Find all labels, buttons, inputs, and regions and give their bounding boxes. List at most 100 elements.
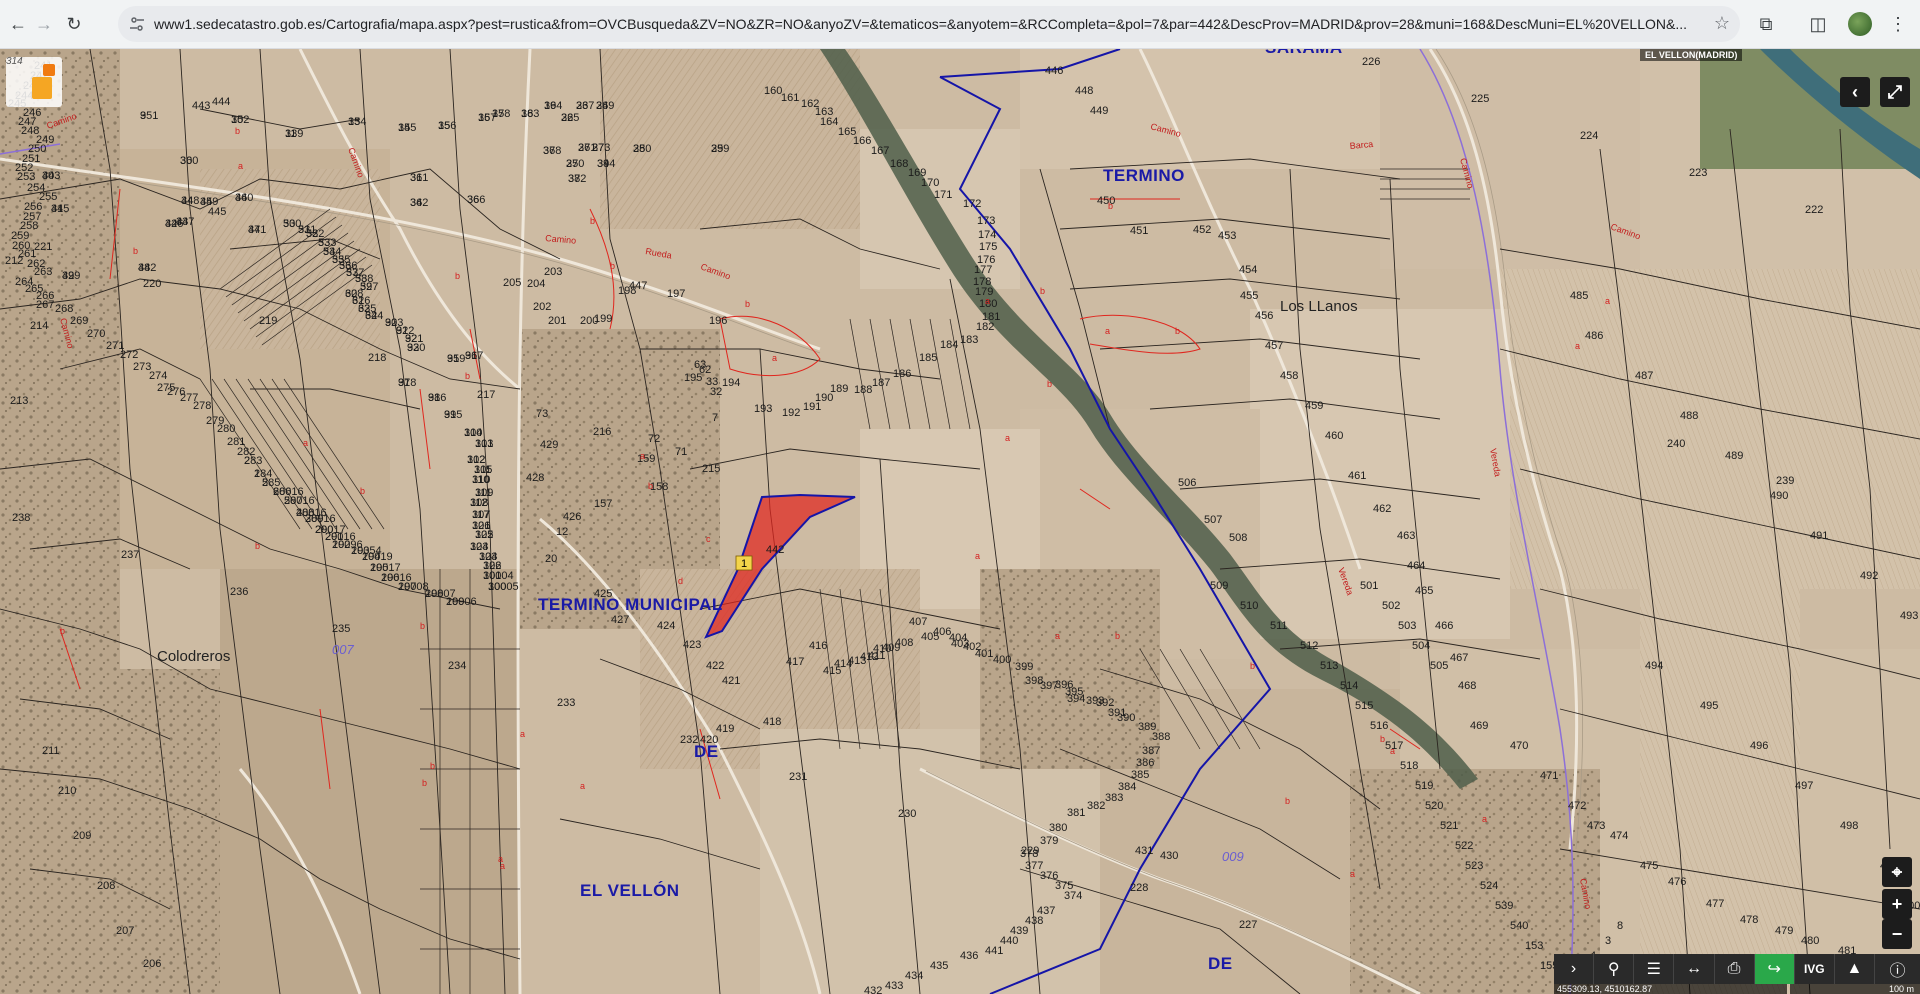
parcel-number: 436 — [960, 950, 978, 962]
svg-text:a: a — [1482, 814, 1487, 824]
zoom-out-button[interactable]: − — [1882, 919, 1912, 949]
parcel-number: 520 — [1425, 800, 1443, 812]
print-icon: ⎙ — [1727, 960, 1741, 977]
info-button[interactable]: ⓘ — [1875, 954, 1920, 984]
parcel-number: 212 — [5, 255, 23, 267]
parcel-number: 434 — [905, 970, 923, 982]
parcel-number: 73 — [536, 408, 548, 420]
cadastral-map[interactable]: 1 442 351 352 339 354 355 356 357 358 363 364 365 3… — [0, 49, 1920, 994]
parcel-number: 224 — [1580, 130, 1598, 142]
fullscreen-icon: ⤢ — [1887, 81, 1903, 102]
profile-avatar[interactable] — [1848, 12, 1872, 36]
parcel-number: 394 — [1067, 693, 1085, 705]
locate-button[interactable]: ⌖ — [1882, 857, 1912, 887]
parcel-number: 175 — [979, 241, 997, 253]
layers-button[interactable]: ☰ — [1634, 954, 1675, 984]
forward-arrow-icon[interactable]: → — [28, 8, 60, 40]
parcel-number: 474 — [1610, 830, 1628, 842]
parcel-number: 383 — [1105, 792, 1123, 804]
parcel-number: 96 — [465, 350, 477, 362]
parcel-number: 385 — [1131, 769, 1149, 781]
parcel-number: 27 — [592, 142, 604, 154]
parcel-number: 399 — [1015, 661, 1033, 673]
zoom-in-button[interactable]: + — [1882, 889, 1912, 919]
parcel-number: 387 — [1142, 745, 1160, 757]
svg-text:a: a — [238, 161, 243, 171]
parcel-number: 460 — [1325, 430, 1343, 442]
parcel-number: 169 — [908, 167, 926, 179]
collapse-panel-button[interactable]: ‹ — [1840, 77, 1870, 107]
chevron-left-icon: ‹ — [1852, 81, 1858, 102]
area-label-de-2: DE — [1208, 954, 1233, 973]
reload-icon[interactable]: ↻ — [58, 8, 90, 40]
parcel-number: 269 — [70, 315, 88, 327]
parcel-number: 407 — [909, 616, 927, 628]
fullscreen-button[interactable]: ⤢ — [1880, 77, 1910, 107]
parcel-number: 518 — [1400, 760, 1418, 772]
ivg-button[interactable]: IVG — [1795, 954, 1835, 984]
parcel-number: 379 — [1040, 835, 1058, 847]
parcel-number: 471 — [1540, 770, 1558, 782]
parcel-number: 279 — [206, 415, 224, 427]
parcel-number: 509 — [1210, 580, 1228, 592]
parcel-number: 494 — [1645, 660, 1663, 672]
expand-toolbar-button[interactable]: › — [1554, 954, 1595, 984]
area-label-termino: TERMINO — [1103, 166, 1185, 185]
parcel-number: 513 — [1320, 660, 1338, 672]
parcel-number: 422 — [706, 660, 724, 672]
parcel-number: 210 — [58, 785, 76, 797]
parcel-number: 39 — [597, 158, 609, 170]
svg-text:b: b — [430, 761, 435, 771]
parcel-number: 214 — [30, 320, 48, 332]
parcel-number: 22 — [561, 112, 573, 124]
parcel-number: 208 — [97, 880, 115, 892]
map-canvas[interactable]: 1 442 351 352339354 355 356357358 3633643653… — [0, 49, 1920, 994]
parcel-number: 46 — [235, 192, 247, 204]
parcel-number: 423 — [683, 639, 701, 651]
parcel-number: 98 — [428, 392, 440, 404]
search-button[interactable]: ⚲ — [1594, 954, 1635, 984]
parcel-number: 444 — [212, 96, 230, 108]
side-panel-icon[interactable]: ◫ — [1806, 12, 1830, 36]
measure-button[interactable]: ↔ — [1674, 954, 1715, 984]
parcel-number: 219 — [259, 315, 277, 327]
svg-text:a: a — [1055, 631, 1060, 641]
parcel-number: 491 — [1810, 530, 1828, 542]
extensions-icon[interactable]: ⧉ — [1754, 12, 1778, 36]
crosshair-icon: ⌖ — [1891, 861, 1903, 882]
parcel-number: 449 — [1090, 105, 1108, 117]
svg-text:a: a — [1390, 746, 1395, 756]
parcel-number: 20017 — [315, 524, 346, 536]
municipality-label: EL VELLON(MADRID) — [1640, 49, 1743, 61]
svg-text:b: b — [235, 126, 240, 136]
print-button[interactable]: ⎙ — [1715, 954, 1755, 984]
3d-button[interactable]: ▲ — [1835, 954, 1875, 984]
parcel-number: 390 — [1117, 712, 1135, 724]
svg-text:b: b — [1047, 379, 1052, 389]
parcel-number: 273 — [133, 361, 151, 373]
parcel-number: 426 — [563, 511, 581, 523]
parcel-number: 157 — [594, 498, 612, 510]
parcel-number: 233 — [557, 697, 575, 709]
parcel-number: 264 — [15, 276, 33, 288]
svg-text:a: a — [1605, 296, 1610, 306]
measure-icon: ↔ — [1685, 960, 1702, 977]
parcel-number: 487 — [1635, 370, 1653, 382]
parcel-number: 271 — [106, 340, 124, 352]
parcel-number: 457 — [1265, 340, 1283, 352]
route-button[interactable]: ↪ — [1754, 954, 1795, 984]
star-icon[interactable]: ☆ — [1714, 13, 1730, 34]
parcel-number: 185 — [919, 352, 937, 364]
parcel-number: 432 — [864, 985, 882, 994]
menu-dots-icon[interactable]: ⋮ — [1886, 12, 1910, 36]
parcel-number: 386 — [1136, 757, 1154, 769]
parcel-number: 171 — [934, 189, 952, 201]
address-bar[interactable]: www1.sedecatastro.gob.es/Cartografia/map… — [118, 6, 1740, 42]
parcel-number: 16 — [478, 112, 490, 124]
site-info-icon[interactable] — [128, 15, 146, 33]
parcel-number: 429 — [540, 439, 558, 451]
parcel-number: 238 — [12, 512, 30, 524]
parcel-number: 64 — [365, 310, 377, 322]
svg-text:b: b — [422, 778, 427, 788]
parcel-number: 187 — [872, 377, 890, 389]
